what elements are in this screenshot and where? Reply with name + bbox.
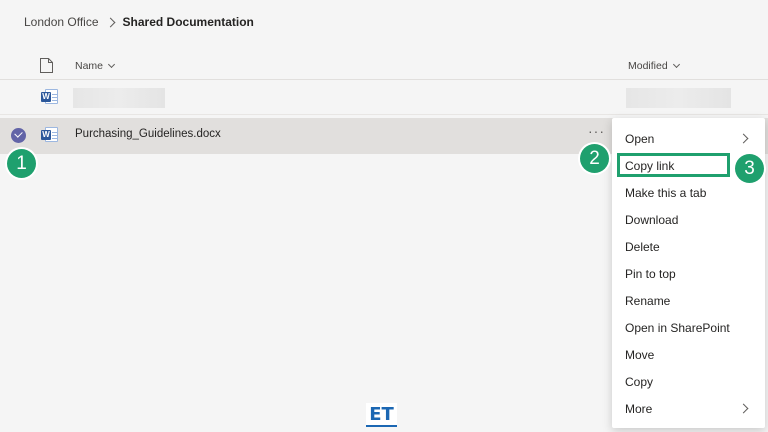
breadcrumb-london-office[interactable]: London Office (24, 15, 99, 29)
chevron-down-icon (672, 60, 680, 68)
menu-item-label: Delete (625, 240, 660, 254)
step-1-badge: 1 (7, 149, 36, 178)
chevron-right-icon (105, 17, 115, 27)
step-2-badge: 2 (580, 144, 609, 173)
redacted-modified-date (626, 88, 731, 108)
menu-item-label: Rename (625, 294, 671, 308)
word-file-icon: W (41, 127, 58, 142)
column-header-modified[interactable]: Modified (628, 60, 680, 72)
menu-item-label: More (625, 402, 653, 416)
chevron-right-icon (738, 403, 749, 414)
menu-item-open-in-sharepoint[interactable]: Open in SharePoint (612, 314, 765, 341)
menu-item-delete[interactable]: Delete (612, 233, 765, 260)
column-header-name[interactable]: Name (75, 60, 116, 72)
menu-item-label: Move (625, 348, 655, 362)
menu-item-make-tab[interactable]: Make this a tab (612, 179, 765, 206)
step-3-badge: 3 (735, 154, 764, 183)
column-name-label: Name (75, 60, 104, 72)
breadcrumb-shared-documentation: Shared Documentation (122, 15, 254, 29)
chevron-right-icon (738, 133, 749, 144)
menu-item-open[interactable]: Open (612, 125, 765, 152)
chevron-down-icon (107, 60, 116, 68)
file-name[interactable]: Purchasing_Guidelines.docx (75, 128, 221, 140)
column-modified-label: Modified (628, 60, 668, 72)
more-options-icon[interactable]: ··· (588, 124, 605, 138)
menu-item-label: Copy (625, 375, 654, 389)
et-logo: ET (366, 403, 397, 427)
menu-item-label: Open in SharePoint (625, 321, 730, 335)
menu-item-move[interactable]: Move (612, 341, 765, 368)
menu-item-more[interactable]: More (612, 395, 765, 422)
word-file-icon: W (41, 89, 58, 104)
copy-link-highlight (617, 153, 730, 177)
menu-item-label: Pin to top (625, 267, 676, 281)
table-row[interactable]: W (0, 81, 768, 115)
menu-item-label: Make this a tab (625, 186, 707, 200)
logo-text: ET (369, 404, 394, 425)
menu-item-copy[interactable]: Copy (612, 368, 765, 395)
redacted-file-name (73, 88, 165, 108)
menu-item-label: Open (625, 132, 655, 146)
menu-item-rename[interactable]: Rename (612, 287, 765, 314)
menu-item-download[interactable]: Download (612, 206, 765, 233)
menu-item-pin-to-top[interactable]: Pin to top (612, 260, 765, 287)
file-type-icon (40, 58, 53, 73)
breadcrumb: London Office Shared Documentation (24, 13, 254, 31)
menu-item-label: Download (625, 213, 679, 227)
checkmark-icon[interactable] (11, 128, 26, 143)
file-list-header: Name Modified (0, 52, 768, 80)
